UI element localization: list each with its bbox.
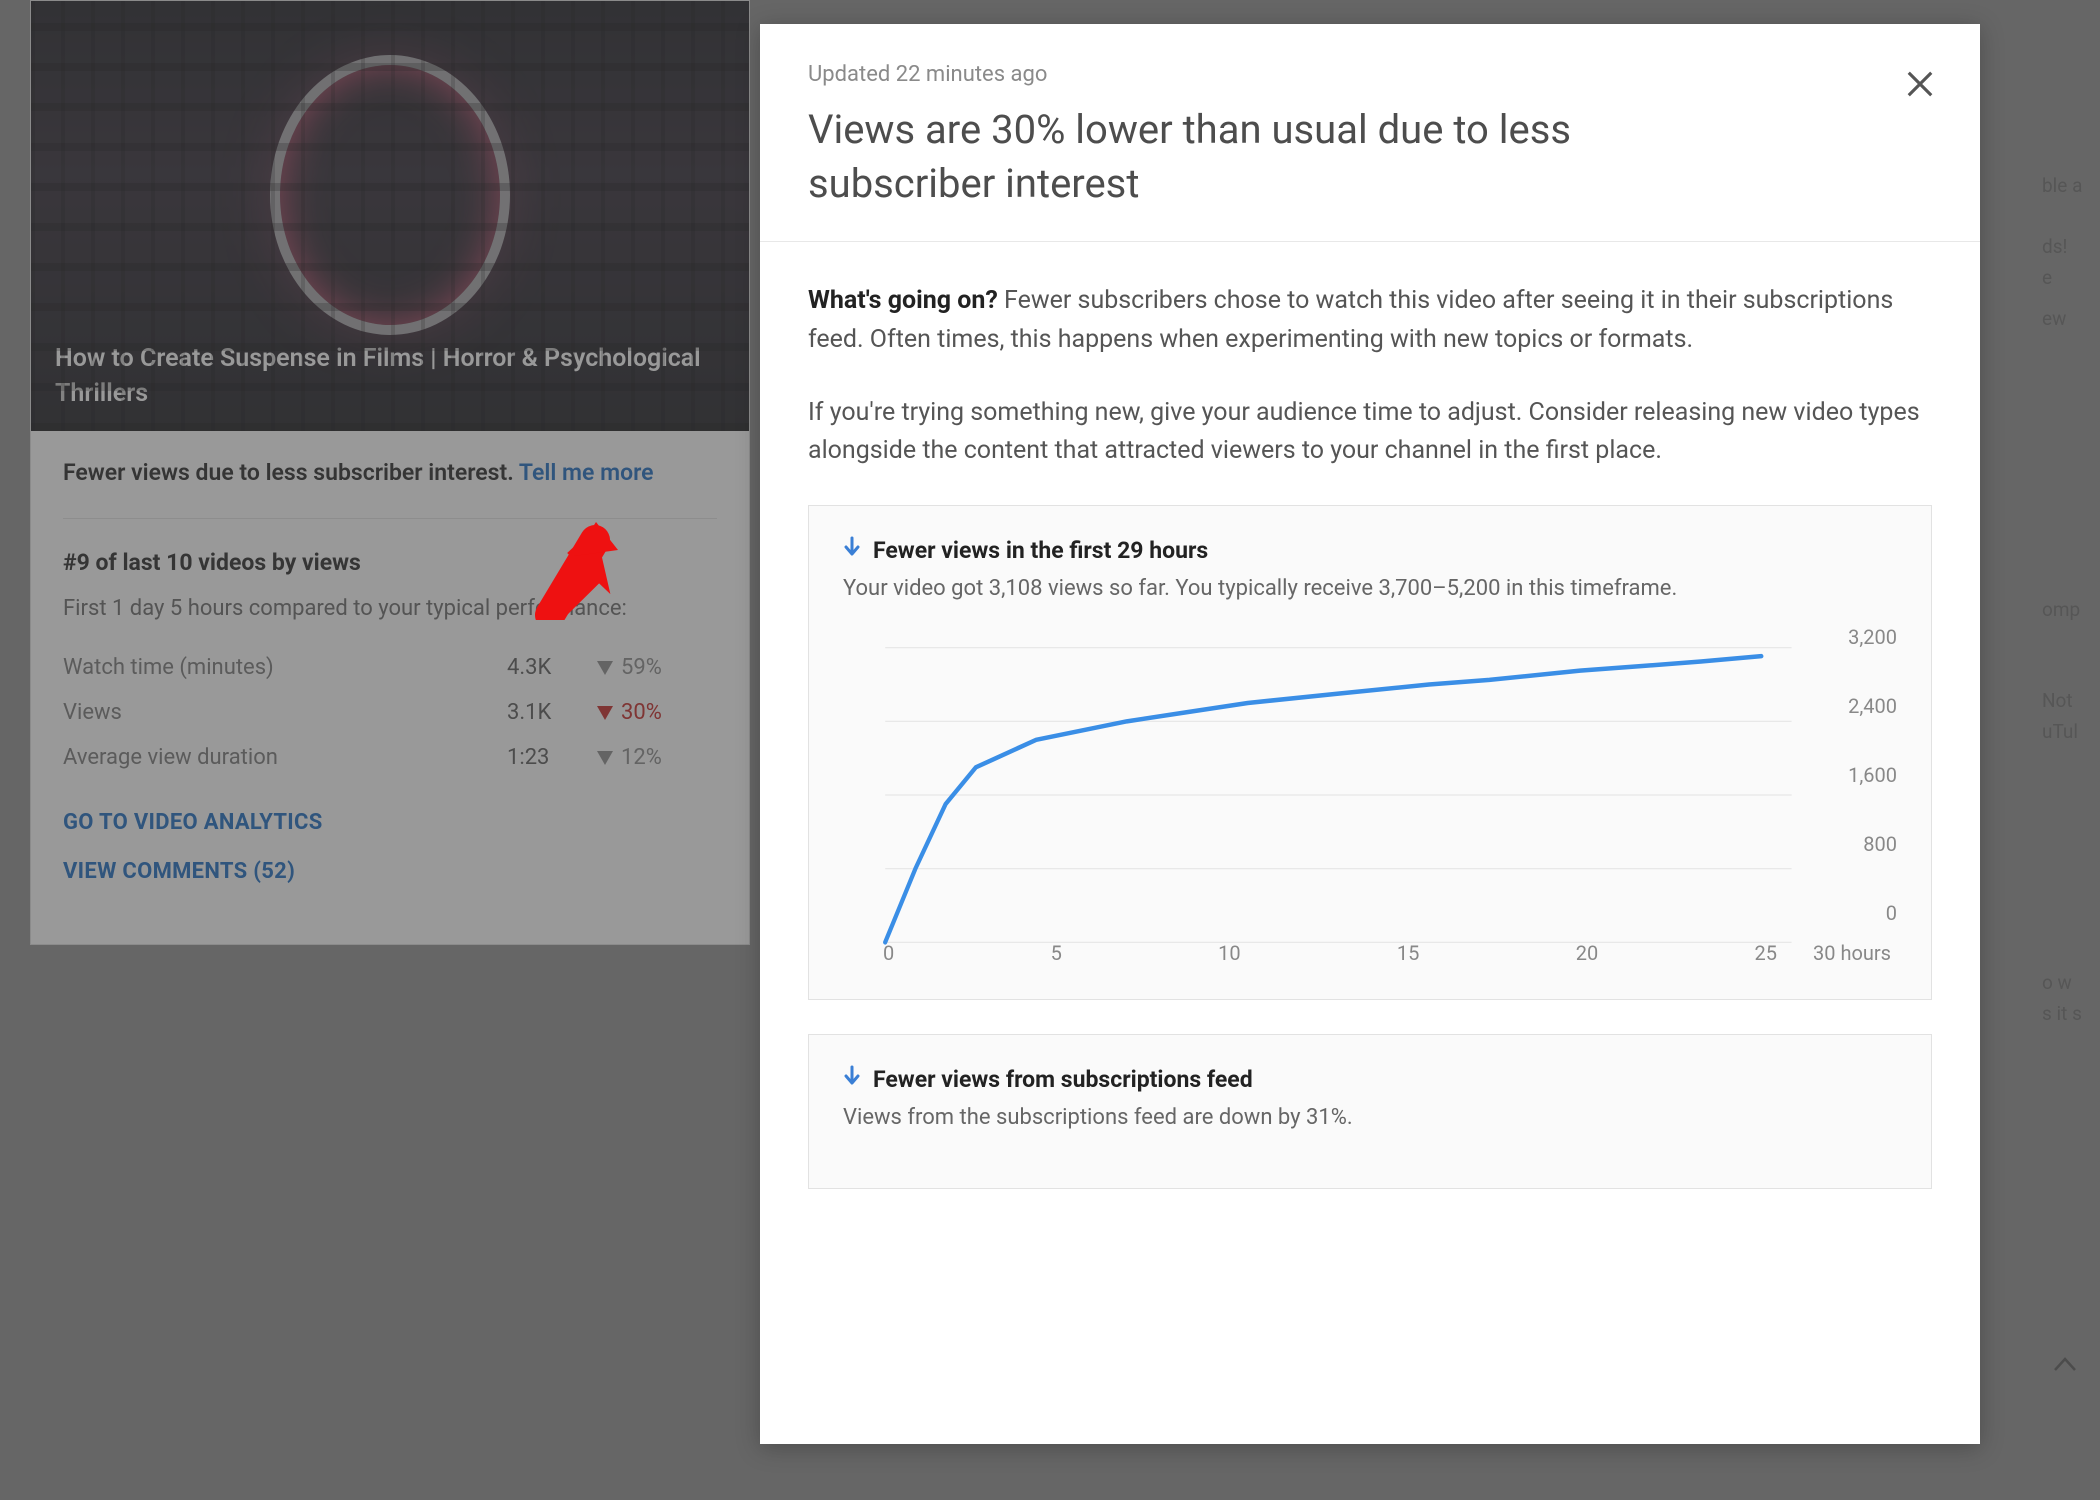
views-chart: 3,2002,4001,6008000 0510152025 30 hours (843, 625, 1897, 965)
insight-modal: Updated 22 minutes ago Views are 30% low… (760, 24, 1980, 1444)
stat-label: Views (63, 700, 507, 725)
panel-fewer-views-chart: Fewer views in the first 29 hours Your v… (808, 505, 1932, 1000)
panel-subtitle: Your video got 3,108 views so far. You t… (843, 576, 1897, 601)
panel-title-text: Fewer views in the first 29 hours (873, 537, 1208, 564)
panel-title-text: Fewer views from subscriptions feed (873, 1066, 1253, 1093)
panel-subtitle: Views from the subscriptions feed are do… (843, 1105, 1897, 1130)
updated-timestamp: Updated 22 minutes ago (808, 62, 1932, 87)
stat-value: 4.3K (507, 655, 597, 680)
stat-delta: 59% (597, 655, 717, 680)
insight-text: Fewer views due to less subscriber inter… (63, 459, 514, 486)
modal-title: Views are 30% lower than usual due to le… (808, 103, 1728, 211)
background-strip: ble a ds! e ew omp Not uTul o w s it s (2036, 0, 2100, 1500)
explanation-paragraph-2: If you're trying something new, give you… (808, 394, 1932, 472)
view-comments-link[interactable]: VIEW COMMENTS (52) (63, 859, 717, 884)
arrow-down-icon (597, 661, 613, 675)
stat-value: 1:23 (507, 745, 597, 770)
chart-x-unit: 30 hours (1813, 941, 1891, 965)
close-button[interactable] (1896, 60, 1944, 108)
stat-row-views: Views 3.1K 30% (63, 690, 717, 735)
trend-down-icon (843, 536, 861, 564)
stat-delta: 12% (597, 745, 717, 770)
go-to-analytics-link[interactable]: GO TO VIDEO ANALYTICS (63, 810, 717, 835)
tell-me-more-link[interactable]: Tell me more (519, 459, 654, 486)
close-icon (1905, 69, 1935, 99)
panel-fewer-subs-feed: Fewer views from subscriptions feed View… (808, 1034, 1932, 1189)
video-title: How to Create Suspense in Films | Horror… (55, 341, 725, 411)
rank-line: #9 of last 10 videos by views (63, 549, 717, 576)
video-thumbnail[interactable]: How to Create Suspense in Films | Horror… (31, 1, 749, 431)
insight-summary: Fewer views due to less subscriber inter… (63, 459, 717, 486)
trend-down-icon (843, 1065, 861, 1093)
video-performance-card: How to Create Suspense in Films | Horror… (30, 0, 750, 945)
compare-line: First 1 day 5 hours compared to your typ… (63, 596, 717, 621)
stat-label: Watch time (minutes) (63, 655, 507, 680)
stat-row-watch-time: Watch time (minutes) 4.3K 59% (63, 645, 717, 690)
explanation-paragraph-1: What's going on? Fewer subscribers chose… (808, 282, 1932, 360)
arrow-down-icon (597, 751, 613, 765)
stat-row-avg-duration: Average view duration 1:23 12% (63, 735, 717, 780)
stat-value: 3.1K (507, 700, 597, 725)
stat-label: Average view duration (63, 745, 507, 770)
divider (63, 518, 717, 519)
chart-x-ticks: 0510152025 (883, 941, 1777, 965)
chevron-up-icon[interactable] (2048, 1349, 2082, 1380)
stat-delta: 30% (597, 700, 717, 725)
arrow-down-icon (597, 706, 613, 720)
chart-y-ticks: 3,2002,4001,6008000 (1807, 625, 1897, 925)
